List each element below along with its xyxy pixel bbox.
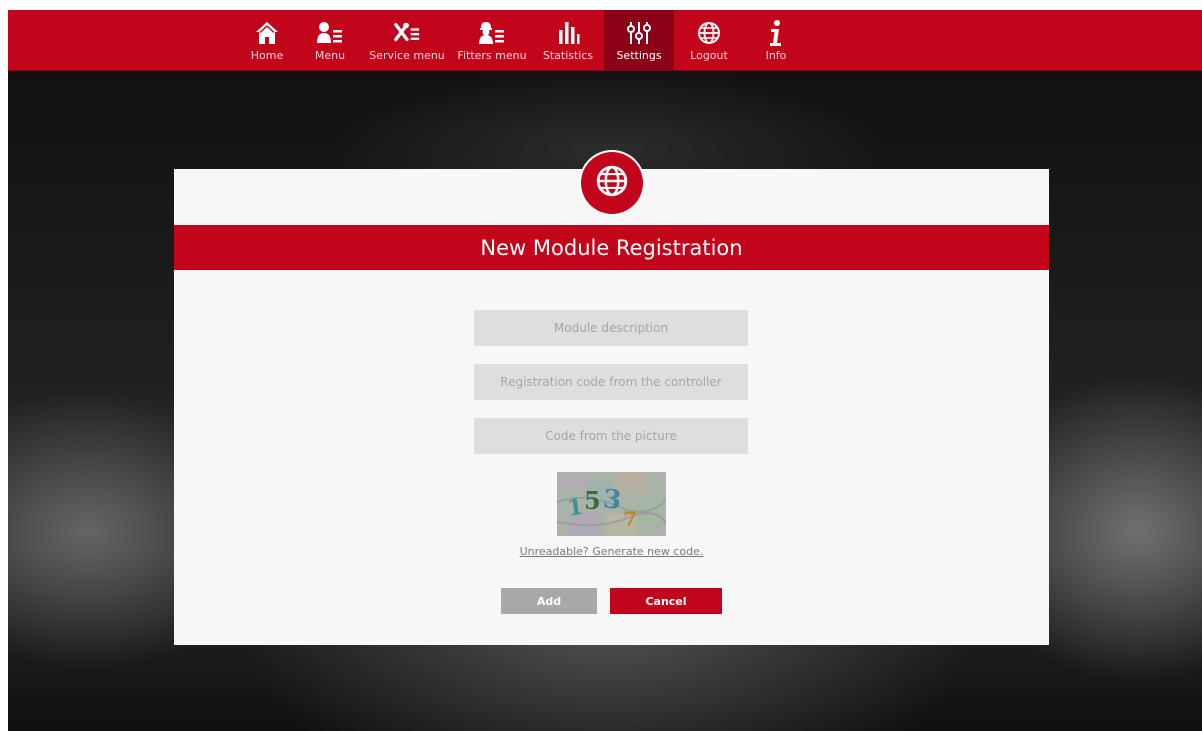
top-navigation-bar: Home Menu Service menu Fitters menu Stat…	[8, 10, 1202, 71]
nav-item-statistics[interactable]: Statistics	[532, 10, 604, 70]
user-menu-icon	[316, 19, 344, 47]
dialog-badge	[581, 152, 643, 214]
add-button[interactable]: Add	[501, 588, 597, 614]
nav-item-home[interactable]: Home	[236, 10, 298, 70]
globe-icon	[594, 163, 630, 203]
nav-item-menu[interactable]: Menu	[298, 10, 362, 70]
generate-new-code-link[interactable]: Unreadable? Generate new code.	[174, 545, 1049, 558]
cancel-button[interactable]: Cancel	[610, 588, 722, 614]
nav-label: Settings	[616, 49, 662, 62]
nav-label: Statistics	[542, 49, 594, 62]
dialog-title: New Module Registration	[480, 235, 743, 260]
captcha-digit: 7	[623, 507, 637, 531]
home-icon	[253, 19, 281, 47]
nav-item-info[interactable]: Info	[744, 10, 808, 70]
fitter-menu-icon	[478, 19, 506, 47]
sliders-icon	[625, 19, 653, 47]
captcha-digit: 5	[584, 486, 601, 515]
captcha-image: 1 5 3 7	[557, 472, 666, 536]
module-description-input[interactable]	[474, 310, 748, 346]
nav-label: Service menu	[369, 49, 445, 62]
tools-menu-icon	[393, 19, 421, 47]
nav-label: Fitters menu	[457, 49, 527, 62]
nav-item-settings[interactable]: Settings	[604, 10, 674, 70]
nav-label: Info	[765, 49, 787, 62]
captcha-code-input[interactable]	[474, 418, 748, 454]
registration-dialog: New Module Registration 1 5 3 7	[174, 169, 1049, 645]
nav-label: Menu	[314, 49, 346, 62]
info-icon	[762, 19, 790, 47]
nav-item-fitters-menu[interactable]: Fitters menu	[452, 10, 532, 70]
nav-label: Logout	[690, 49, 728, 62]
globe-icon	[695, 19, 723, 47]
nav-item-logout[interactable]: Logout	[674, 10, 744, 70]
nav-label: Home	[250, 49, 284, 62]
bar-chart-icon	[554, 19, 582, 47]
registration-code-input[interactable]	[474, 364, 748, 400]
app-frame: Home Menu Service menu Fitters menu Stat…	[8, 10, 1202, 731]
dialog-title-band: New Module Registration	[174, 225, 1049, 270]
captcha-digit: 3	[602, 484, 623, 516]
nav-item-service-menu[interactable]: Service menu	[362, 10, 452, 70]
main-nav: Home Menu Service menu Fitters menu Stat…	[236, 10, 808, 70]
